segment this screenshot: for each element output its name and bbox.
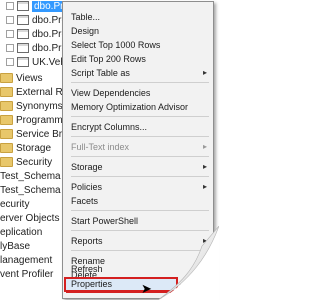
- tree-node-folder[interactable]: Test_Schema: [0, 170, 61, 184]
- table-icon: [17, 57, 29, 68]
- expand-icon[interactable]: [6, 2, 14, 11]
- menu-item-label: Encrypt Columns...: [71, 122, 148, 132]
- expand-icon[interactable]: [6, 58, 14, 67]
- menu-item-label: Reports: [71, 236, 103, 246]
- expand-icon[interactable]: [6, 44, 14, 53]
- menu-item-policies[interactable]: Policies ▸: [63, 180, 213, 194]
- menu-item-label: Script Table as: [71, 68, 130, 78]
- chevron-right-icon: ▸: [202, 142, 207, 151]
- menu-item-label: Memory Optimization Advisor: [71, 102, 189, 112]
- tree-node-folder[interactable]: Test_Schema: [0, 184, 61, 198]
- menu-item-label: Design: [71, 26, 100, 36]
- menu-item-edit-top-200[interactable]: Edit Top 200 Rows: [63, 52, 213, 66]
- page-curl-decoration: [157, 226, 219, 300]
- folder-icon: [0, 157, 13, 168]
- menu-separator: [71, 136, 209, 137]
- menu-item-label: Full-Text index: [71, 142, 130, 152]
- chevron-right-icon: ▸: [202, 162, 207, 171]
- table-icon: [17, 29, 29, 40]
- tree-node-label: Programm: [16, 115, 63, 126]
- menu-separator: [71, 156, 209, 157]
- tree-node-folder[interactable]: Service Br: [0, 128, 62, 142]
- table-icon: [17, 15, 29, 26]
- menu-item-label: Policies: [71, 182, 103, 192]
- tree-node-label: Security: [16, 157, 53, 168]
- tree-node-label: Service Br: [16, 129, 63, 140]
- chevron-right-icon: ▸: [202, 68, 207, 77]
- tree-node-folder[interactable]: Security: [0, 156, 52, 170]
- menu-item-label: Refresh: [71, 264, 103, 274]
- folder-icon: [0, 143, 13, 154]
- tree-node-folder[interactable]: eplication: [0, 226, 42, 240]
- menu-item-view-dependencies[interactable]: View Dependencies: [63, 86, 213, 100]
- folder-icon: [0, 129, 13, 140]
- tree-node-label: UK.Veh: [32, 57, 66, 68]
- tree-node-label: ecurity: [0, 199, 30, 210]
- tree-node-label: External R: [16, 87, 63, 98]
- tree-node-folder[interactable]: Programm: [0, 114, 63, 128]
- tree-node-folder[interactable]: Storage: [0, 142, 51, 156]
- menu-item-select-top-1000[interactable]: Select Top 1000 Rows: [63, 38, 213, 52]
- tree-node-label: vent Profiler: [0, 269, 54, 280]
- tree-node-label: erver Objects: [0, 213, 60, 224]
- tree-node-table[interactable]: dbo.Pro: [6, 28, 67, 42]
- tree-node-label: lyBase: [0, 241, 31, 252]
- folder-icon: [0, 73, 13, 84]
- tree-node-table[interactable]: dbo.Pro: [6, 42, 67, 56]
- tree-node-table[interactable]: UK.Veh: [6, 56, 66, 70]
- menu-item-new-table[interactable]: Table...: [63, 10, 213, 24]
- folder-icon: [0, 101, 13, 112]
- tree-node-label: Storage: [16, 143, 52, 154]
- tree-node-label: lanagement: [0, 255, 53, 266]
- menu-separator: [71, 116, 209, 117]
- menu-item-label: Edit Top 200 Rows: [71, 54, 146, 64]
- expand-icon[interactable]: [6, 16, 14, 25]
- tree-node-label: Views: [16, 73, 43, 84]
- chevron-right-icon: ▸: [202, 182, 207, 191]
- menu-separator: [71, 82, 209, 83]
- menu-separator: [71, 176, 209, 177]
- mouse-pointer-icon: ➤: [141, 281, 152, 296]
- menu-item-label: View Dependencies: [71, 88, 151, 98]
- tree-node-label: eplication: [0, 227, 43, 238]
- tree-node-label: Test_Schema: [0, 171, 61, 182]
- menu-item-label: Properties: [71, 279, 113, 289]
- menu-item-label: Storage: [71, 162, 103, 172]
- tree-node-label: Test_Schema: [0, 185, 61, 196]
- table-icon: [17, 1, 29, 12]
- menu-item-facets[interactable]: Facets: [63, 194, 213, 208]
- tree-node-folder[interactable]: lyBase: [0, 240, 30, 254]
- table-icon: [17, 43, 29, 54]
- tree-node-folder[interactable]: Synonyms: [0, 100, 63, 114]
- menu-item-full-text-index: Full-Text index ▸: [63, 140, 213, 154]
- folder-icon: [0, 87, 13, 98]
- menu-item-memory-optimization-advisor[interactable]: Memory Optimization Advisor: [63, 100, 213, 114]
- tree-node-folder[interactable]: lanagement: [0, 254, 52, 268]
- menu-item-design[interactable]: Design: [63, 24, 213, 38]
- menu-item-label: Table...: [71, 12, 101, 22]
- tree-node-folder[interactable]: External R: [0, 86, 63, 100]
- menu-item-storage[interactable]: Storage ▸: [63, 160, 213, 174]
- tree-node-table[interactable]: dbo.Pro: [6, 14, 67, 28]
- menu-item-encrypt-columns[interactable]: Encrypt Columns...: [63, 120, 213, 134]
- tree-node-label: Synonyms: [16, 101, 63, 112]
- menu-item-script-table-as[interactable]: Script Table as ▸: [63, 66, 213, 80]
- folder-icon: [0, 115, 13, 126]
- menu-item-label: Facets: [71, 196, 99, 206]
- menu-separator: [71, 210, 209, 211]
- tree-node-folder[interactable]: Views: [0, 72, 43, 86]
- menu-item-label: Select Top 1000 Rows: [71, 40, 161, 50]
- menu-item-label: Start PowerShell: [71, 216, 139, 226]
- tree-node-folder[interactable]: vent Profiler: [0, 268, 53, 282]
- tree-node-folder[interactable]: erver Objects: [0, 212, 59, 226]
- expand-icon[interactable]: [6, 30, 14, 39]
- tree-node-folder[interactable]: ecurity: [0, 198, 29, 212]
